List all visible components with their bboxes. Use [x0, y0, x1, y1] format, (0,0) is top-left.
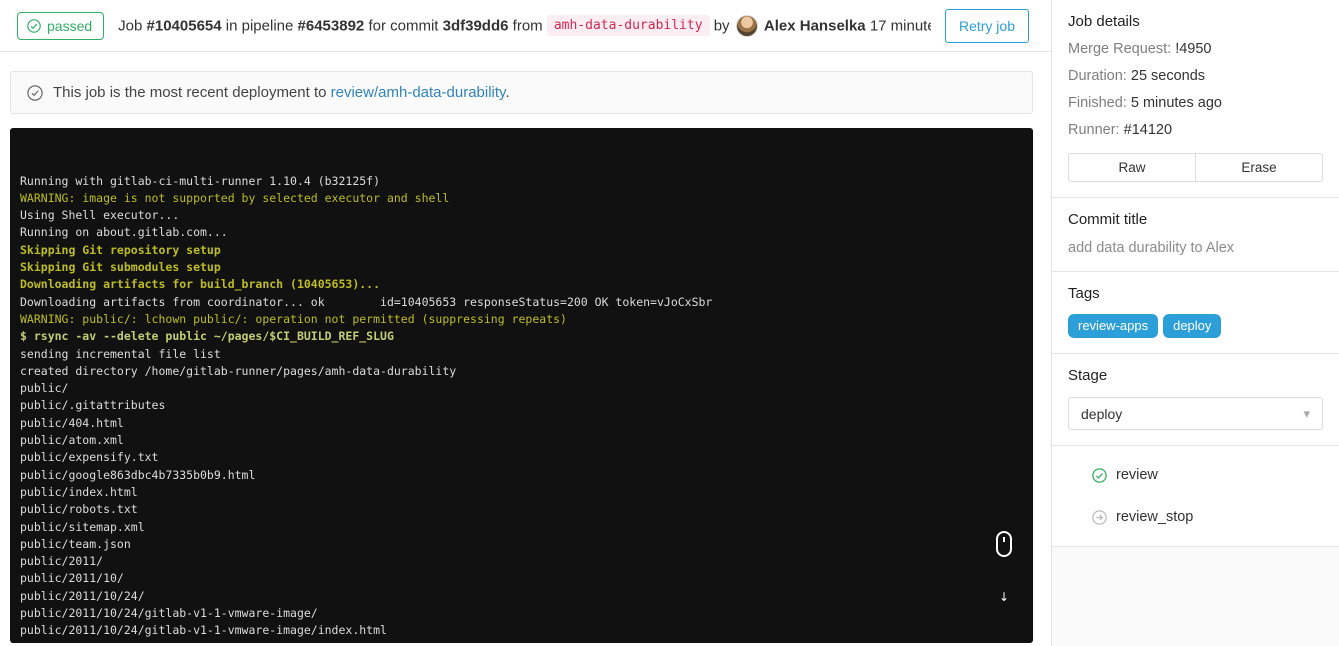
- commit-title-text: add data durability to Alex: [1068, 240, 1235, 256]
- log-line: Downloading artifacts for build_branch (…: [20, 277, 381, 292]
- chevron-down-icon: ▾: [1303, 405, 1310, 421]
- build-name: review: [1116, 467, 1158, 483]
- detail-value: 25 seconds: [1130, 68, 1206, 84]
- branch-ref-badge[interactable]: amh-data-durability: [546, 15, 710, 36]
- status-badge: passed: [17, 11, 105, 40]
- job-detail-row: Merge Request: !4950: [1068, 41, 1323, 57]
- tags-section: Tags review-apps deploy: [1052, 272, 1339, 354]
- status-success-icon: [1092, 467, 1107, 483]
- arrow-down-icon: ↓: [998, 590, 1010, 605]
- log-line: Running with gitlab-ci-multi-runner 1.10…: [20, 173, 381, 188]
- build-name: review_stop: [1116, 509, 1194, 525]
- deployment-notice: This job is the most recent deployment t…: [10, 71, 1033, 114]
- from-word: from: [512, 17, 543, 34]
- commit-title-heading: Commit title: [1068, 211, 1148, 228]
- detail-label: Merge Request:: [1068, 41, 1176, 57]
- stage-dropdown-value: deploy: [1081, 405, 1123, 422]
- log-line: public/2011/11/: [20, 640, 1033, 643]
- log-line: Skipping Git submodules setup: [20, 260, 221, 275]
- log-line: public/google863dbc4b7335b0b9.html: [20, 467, 256, 482]
- commit-title-section: Commit title add data durability to Alex: [1052, 198, 1339, 272]
- log-line: Skipping Git repository setup: [20, 242, 221, 257]
- log-line: public/index.html: [20, 484, 138, 499]
- log-line: public/404.html: [20, 415, 124, 430]
- job-details-title: Job details: [1068, 13, 1140, 30]
- check-circle-icon: [27, 18, 41, 33]
- environment-link[interactable]: review/amh-data-durability: [331, 84, 506, 101]
- tag-badge[interactable]: deploy: [1163, 314, 1222, 338]
- log-line: Running on about.gitlab.com...: [20, 225, 228, 240]
- job-log: Running with gitlab-ci-multi-runner 1.10…: [10, 128, 1033, 643]
- notice-suffix: .: [505, 84, 510, 101]
- stage-heading: Stage: [1068, 367, 1108, 384]
- job-sidebar: Job details Merge Request: !4950 Duration…: [1051, 0, 1339, 646]
- for-commit-word: for commit: [368, 17, 439, 34]
- detail-value: 5 minutes ago: [1130, 95, 1222, 111]
- job-page-main: passed Job #10405654 in pipeline #645389…: [0, 0, 1051, 646]
- log-line: public/team.json: [20, 536, 131, 551]
- retry-job-button[interactable]: Retry job: [944, 8, 1029, 43]
- check-circle-icon: [27, 84, 43, 101]
- stage-dropdown[interactable]: deploy ▾: [1068, 397, 1323, 430]
- log-line: public/atom.xml: [20, 433, 124, 448]
- detail-label: Duration:: [1068, 68, 1131, 84]
- job-detail-row: Duration: 25 seconds: [1068, 68, 1323, 84]
- log-line: Using Shell executor...: [20, 208, 180, 223]
- detail-value: !4950: [1175, 41, 1212, 57]
- log-line: public/expensify.txt: [20, 450, 159, 465]
- by-word: by: [713, 17, 730, 34]
- log-line: Downloading artifacts from coordinator..…: [20, 294, 713, 309]
- raw-button[interactable]: Raw: [1068, 153, 1196, 182]
- log-line: public/2011/10/24/: [20, 588, 145, 603]
- log-line: public/2011/10/: [20, 571, 124, 586]
- job-summary: Job #10405654 in pipeline #6453892 for c…: [118, 14, 931, 37]
- log-line: public/2011/10/24/gitlab-v1-1-vmware-ima…: [20, 606, 318, 621]
- log-line: sending incremental file list: [20, 346, 221, 361]
- log-line: public/sitemap.xml: [20, 519, 145, 534]
- log-line: public/.gitattributes: [20, 398, 166, 413]
- author-name-link[interactable]: Alex Hanselka: [764, 17, 866, 34]
- log-line: public/: [20, 381, 69, 396]
- job-number: #10405654: [146, 17, 222, 34]
- log-line: public/2011/10/24/gitlab-v1-1-vmware-ima…: [20, 623, 387, 638]
- job-word: Job: [118, 17, 143, 34]
- status-manual-icon: [1092, 509, 1107, 525]
- log-line: WARNING: public/: lchown public/: operat…: [20, 311, 567, 326]
- tags-heading: Tags: [1068, 285, 1100, 302]
- notice-text: This job is the most recent deployment t…: [53, 84, 327, 101]
- log-line: public/robots.txt: [20, 502, 138, 517]
- job-detail-row: Finished: 5 minutes ago: [1068, 95, 1323, 111]
- detail-value: #14120: [1123, 122, 1173, 138]
- job-details-rows: Merge Request: !4950 Duration: 25 seconds…: [1068, 41, 1323, 138]
- deployment-notice-text: This job is the most recent deployment t…: [53, 84, 510, 101]
- pipeline-number-link[interactable]: #6453892: [298, 17, 365, 34]
- log-line: $ rsync -av --delete public ~/pages/$CI_…: [20, 329, 394, 344]
- job-detail-row: Runner: #14120: [1068, 122, 1323, 138]
- in-pipeline-word: in pipeline: [225, 17, 294, 34]
- build-item-review[interactable]: review: [1092, 454, 1323, 496]
- time-ago: 17 minutes ago: [869, 17, 931, 34]
- job-log-lines: Running with gitlab-ci-multi-runner 1.10…: [20, 173, 1033, 643]
- stage-section: Stage deploy ▾: [1052, 354, 1339, 446]
- tags-list: review-apps deploy: [1068, 314, 1323, 338]
- log-line: WARNING: image is not supported by selec…: [20, 190, 450, 205]
- job-header: passed Job #10405654 in pipeline #645389…: [0, 0, 1051, 52]
- log-line: created directory /home/gitlab-runner/pa…: [20, 363, 457, 378]
- status-badge-label: passed: [47, 17, 93, 34]
- commit-sha-link[interactable]: 3df39dd6: [443, 17, 509, 34]
- avatar[interactable]: [735, 14, 758, 37]
- detail-label: Runner:: [1068, 122, 1124, 138]
- log-actions: Raw Erase: [1068, 153, 1323, 182]
- detail-label: Finished:: [1068, 95, 1131, 111]
- tag-badge[interactable]: review-apps: [1068, 314, 1159, 338]
- log-line: public/2011/: [20, 554, 104, 569]
- scroll-down-control[interactable]: ↓: [989, 496, 1019, 637]
- mouse-scroll-icon: [996, 530, 1012, 557]
- stage-builds-list: review review_stop: [1052, 446, 1339, 547]
- erase-button[interactable]: Erase: [1195, 153, 1323, 182]
- build-item-review_stop[interactable]: review_stop: [1092, 496, 1323, 538]
- job-details-section: Job details Merge Request: !4950 Duration…: [1052, 0, 1339, 198]
